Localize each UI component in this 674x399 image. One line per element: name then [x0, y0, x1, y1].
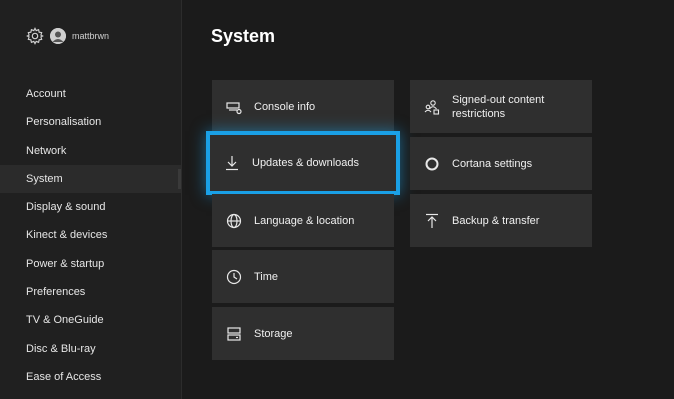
backup-transfer-tile[interactable]: Backup & transfer — [410, 194, 592, 247]
cortana-settings-label: Cortana settings — [452, 157, 533, 170]
console-info-label: Console info — [254, 100, 316, 113]
cortana-settings-tile[interactable]: Cortana settings — [410, 137, 592, 190]
settings-nav: Account Personalisation Network System D… — [0, 80, 181, 391]
sidebar-item-power-startup[interactable]: Power & startup — [0, 250, 181, 278]
upload-icon — [426, 213, 438, 228]
signed-out-restrictions-tile[interactable]: Signed-out content restrictions — [410, 80, 592, 133]
people-lock-icon — [424, 99, 440, 115]
sidebar-item-ease-of-access[interactable]: Ease of Access — [0, 363, 181, 391]
updates-downloads-label: Updates & downloads — [252, 157, 360, 169]
sidebar-item-tv-oneguide[interactable]: TV & OneGuide — [0, 306, 181, 334]
language-location-label: Language & location — [254, 214, 355, 227]
download-icon — [226, 156, 238, 171]
time-label: Time — [254, 270, 279, 283]
sidebar-item-personalisation[interactable]: Personalisation — [0, 108, 181, 136]
globe-icon — [226, 213, 242, 228]
sidebar-item-system[interactable]: System — [0, 164, 181, 194]
avatar[interactable] — [50, 28, 66, 44]
backup-transfer-label: Backup & transfer — [452, 214, 540, 227]
sidebar-item-preferences[interactable]: Preferences — [0, 278, 181, 306]
sidebar-item-kinect-devices[interactable]: Kinect & devices — [0, 221, 181, 249]
gear-icon[interactable] — [26, 27, 44, 45]
sidebar-item-network[interactable]: Network — [0, 137, 181, 165]
cortana-icon — [425, 157, 439, 170]
sidebar-item-account[interactable]: Account — [0, 80, 181, 108]
clock-icon — [226, 269, 242, 284]
sidebar-item-disc-bluray[interactable]: Disc & Blu-ray — [0, 335, 181, 363]
signed-out-restrictions-label: Signed-out content restrictions — [452, 93, 545, 120]
time-tile[interactable]: Time — [212, 250, 394, 303]
storage-tile[interactable]: Storage — [212, 307, 394, 360]
user-header: mattbrwn — [26, 26, 109, 46]
sidebar-item-display-sound[interactable]: Display & sound — [0, 193, 181, 221]
language-location-tile[interactable]: Language & location — [212, 194, 394, 247]
storage-label: Storage — [254, 327, 293, 340]
sidebar: mattbrwn Account Personalisation Network… — [0, 0, 182, 399]
page-title: System — [211, 26, 276, 46]
updates-downloads-tile[interactable]: Updates & downloads — [206, 131, 400, 195]
console-icon — [226, 101, 242, 114]
username: mattbrwn — [72, 31, 110, 41]
console-info-tile[interactable]: Console info — [212, 80, 394, 133]
storage-icon — [227, 326, 241, 341]
